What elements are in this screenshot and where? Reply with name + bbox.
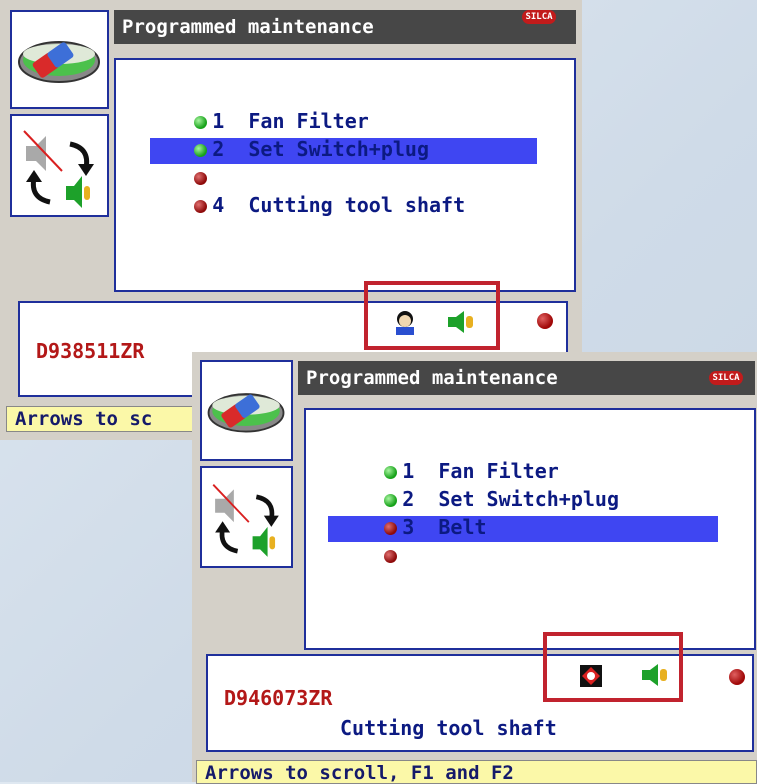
eraser-button[interactable]: [200, 360, 293, 461]
brand-logo-icon: SILCA: [522, 10, 556, 24]
list-item[interactable]: 4 Cutting tool shaft: [122, 166, 465, 217]
list-item[interactable]: 2 Set Switch+plug: [122, 110, 429, 161]
list-item-selected[interactable]: 4 Cutting tool shaft: [312, 516, 655, 567]
list-item[interactable]: 1 Fan Filter: [312, 432, 559, 483]
list-item[interactable]: 3 Belt: [312, 488, 487, 539]
list-item-selected[interactable]: 3 Belt: [122, 138, 297, 189]
item-number: 4: [212, 193, 225, 217]
status-led-icon: [194, 200, 208, 213]
item-code: D938511ZR: [36, 339, 145, 363]
status-bar: Arrows to scroll, F1 and F2: [196, 760, 757, 784]
brand-logo-icon: SILCA: [709, 371, 743, 385]
list-item[interactable]: 2 Set Switch+plug: [312, 460, 619, 511]
status-led-icon: [537, 313, 553, 329]
sound-toggle-icon: [212, 484, 279, 557]
item-description: Cutting tool shaft: [340, 716, 557, 740]
window-title: Programmed maintenance: [114, 10, 576, 44]
status-led-icon: [384, 550, 398, 563]
maintenance-list: 1 Fan Filter 2 Set Switch+plug 3 Belt 4 …: [114, 58, 576, 292]
item-label: Cutting tool shaft: [438, 543, 656, 567]
maintenance-list: 1 Fan Filter 2 Set Switch+plug 3 Belt 4 …: [304, 408, 756, 650]
status-text: Arrows to scroll, F1 and F2: [205, 762, 514, 784]
item-label: Cutting tool shaft: [248, 193, 466, 217]
status-text: Arrows to sc: [15, 408, 153, 430]
window-title: Programmed maintenance: [298, 361, 755, 395]
item-code: D946073ZR: [224, 686, 333, 710]
sound-toggle-icon: [23, 130, 94, 208]
sound-toggle-button[interactable]: [200, 466, 293, 568]
eraser-icon: [18, 41, 100, 83]
window-title-text: Programmed maintenance: [122, 16, 374, 38]
sound-toggle-button[interactable]: [10, 114, 109, 217]
item-number: 4: [402, 543, 415, 567]
eraser-icon: [207, 393, 285, 433]
maintenance-window-2: Programmed maintenance SILCA 1 Fan Filte…: [192, 352, 757, 784]
window-title-text: Programmed maintenance: [306, 367, 558, 389]
list-item[interactable]: 1 Fan Filter: [122, 82, 369, 133]
eraser-button[interactable]: [10, 10, 109, 109]
highlight-frame: [543, 632, 683, 702]
status-led-icon: [729, 669, 745, 685]
highlight-frame: [364, 281, 500, 350]
